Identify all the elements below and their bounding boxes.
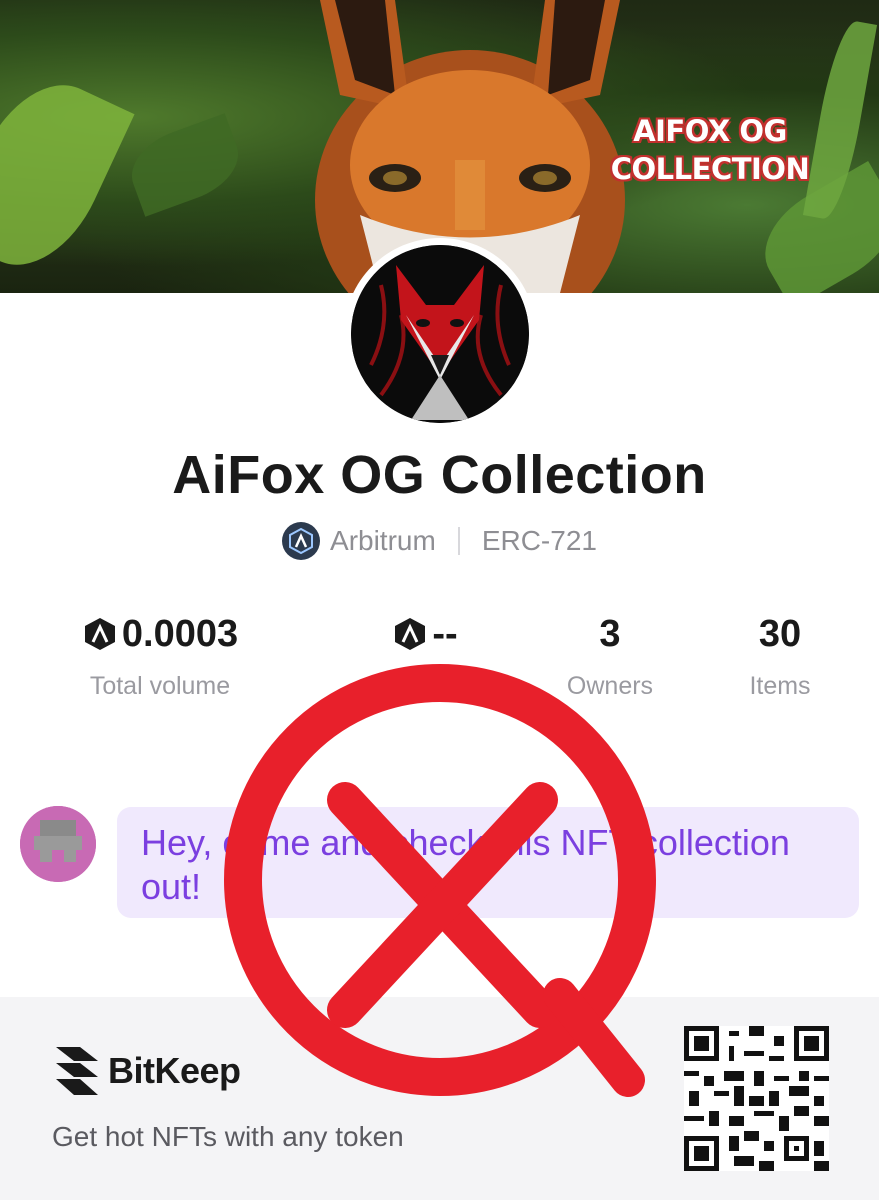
arbitrum-icon (84, 618, 115, 650)
share-message: Hey, come and check this NFT collection … (117, 807, 859, 918)
collection-meta: Arbitrum ERC-721 (0, 521, 879, 561)
stats-row: 0.0003 Total volume -- Floor 3 Owners 30… (0, 610, 879, 710)
stat-owners: 3 Owners (566, 612, 654, 701)
stat-total-volume: 0.0003 Total volume (60, 610, 260, 701)
bitkeep-logo: BitKeep (52, 1045, 241, 1097)
nft-share-card: AIFOX OG COLLECTION AiFox OG Collection (0, 0, 879, 1200)
promo-footer: BitKeep Get hot NFTs with any token (0, 997, 879, 1200)
qr-code[interactable] (684, 1026, 829, 1171)
banner-caption: AIFOX OG COLLECTION (610, 114, 810, 186)
chain-name: Arbitrum (330, 525, 436, 556)
arbitrum-icon (395, 618, 426, 650)
collection-avatar (344, 238, 536, 430)
sender-avatar (20, 806, 96, 882)
arbitrum-icon (282, 522, 321, 560)
bitkeep-logo-icon (56, 1047, 98, 1095)
red-fox-icon (351, 245, 529, 423)
meta-divider (457, 527, 460, 555)
collection-title: AiFox OG Collection (172, 445, 707, 505)
stat-items: 30 Items (749, 612, 811, 701)
stat-floor: -- Floor (345, 610, 505, 701)
token-standard: ERC-721 (481, 525, 597, 556)
footer-tagline: Get hot NFTs with any token (52, 1121, 404, 1152)
